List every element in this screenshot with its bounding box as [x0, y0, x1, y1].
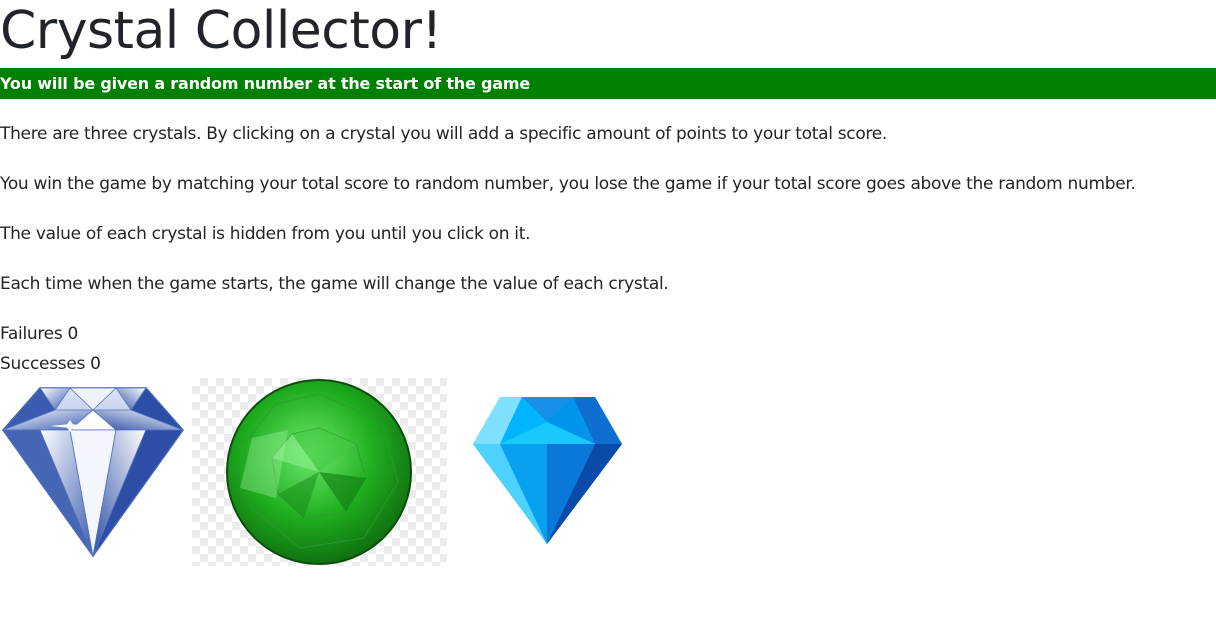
page-title: Crystal Collector!	[0, 1, 442, 61]
crystal-button-2[interactable]	[192, 378, 447, 566]
green-emerald-icon	[226, 379, 412, 565]
successes-value: 0	[90, 354, 101, 374]
successes-counter: Successes 0	[0, 352, 101, 376]
failures-label: Failures	[0, 324, 63, 344]
instruction-text: The value of each crystal is hidden from…	[0, 224, 531, 244]
white-diamond-icon	[2, 387, 184, 558]
failures-value: 0	[67, 324, 79, 344]
crystal-button-1[interactable]	[0, 380, 186, 560]
instruction-text: You win the game by matching your total …	[0, 174, 1136, 194]
successes-label: Successes	[0, 354, 86, 374]
instruction-text: There are three crystals. By clicking on…	[0, 124, 887, 144]
instruction-text: Each time when the game starts, the game…	[0, 274, 669, 294]
failures-counter: Failures 0	[0, 322, 78, 346]
instruction-banner: You will be given a random number at the…	[0, 68, 1216, 99]
crystal-button-3[interactable]	[470, 392, 625, 547]
blue-gem-icon	[473, 397, 622, 544]
